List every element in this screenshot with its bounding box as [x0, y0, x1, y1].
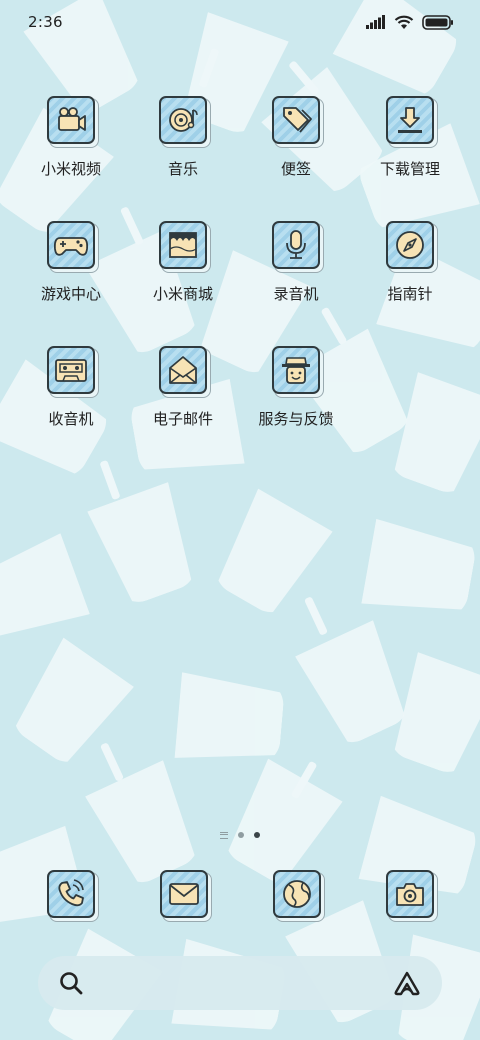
- app-label: 指南针: [387, 285, 433, 303]
- compass-icon[interactable]: [386, 221, 434, 269]
- app-notes[interactable]: 便签: [241, 96, 351, 206]
- phone-icon: [58, 879, 84, 907]
- app-mi-store[interactable]: 小米商城: [128, 221, 238, 331]
- service-person-icon[interactable]: [272, 346, 320, 394]
- app-game-center[interactable]: 游戏中心: [16, 221, 126, 331]
- page-indicator-menu-icon: [220, 831, 228, 839]
- globe-icon: [283, 880, 311, 908]
- app-label: 小米商城: [152, 285, 213, 303]
- radio-cassette-icon[interactable]: [47, 346, 95, 394]
- camera-icon: [396, 883, 424, 906]
- page-indicator[interactable]: [0, 828, 480, 842]
- envelope-open-icon[interactable]: [159, 346, 207, 394]
- app-label: 录音机: [273, 285, 319, 303]
- app-recorder[interactable]: 录音机: [241, 221, 351, 331]
- message-envelope-icon: [169, 883, 199, 905]
- app-label: 电子邮件: [152, 410, 213, 428]
- video-camera-icon[interactable]: [47, 96, 95, 144]
- status-time: 2:36: [28, 13, 63, 31]
- search-icon[interactable]: [58, 970, 84, 996]
- tag-note-icon[interactable]: [272, 96, 320, 144]
- app-music[interactable]: 音乐: [128, 96, 238, 206]
- dock-phone[interactable]: [47, 870, 95, 918]
- download-icon[interactable]: [386, 96, 434, 144]
- app-label: 服务与反馈: [258, 410, 334, 428]
- dock-messages[interactable]: [160, 870, 208, 918]
- app-service-feedback[interactable]: 服务与反馈: [241, 346, 351, 456]
- app-mi-video[interactable]: 小米视频: [16, 96, 126, 206]
- store-icon[interactable]: [159, 221, 207, 269]
- app-label: 游戏中心: [40, 285, 101, 303]
- search-bar[interactable]: [38, 956, 442, 1010]
- app-label: 音乐: [167, 160, 198, 178]
- assistant-icon[interactable]: [392, 970, 422, 996]
- app-label: 收音机: [48, 410, 94, 428]
- status-bar: 2:36: [0, 0, 480, 44]
- page-dot[interactable]: [238, 832, 244, 838]
- page-dot-active[interactable]: [254, 832, 260, 838]
- app-label: 下载管理: [379, 160, 440, 178]
- app-label: 便签: [280, 160, 311, 178]
- signal-icon: [366, 15, 385, 29]
- status-icons: [366, 14, 454, 30]
- music-disc-icon[interactable]: [159, 96, 207, 144]
- gamepad-icon[interactable]: [47, 221, 95, 269]
- dock-camera[interactable]: [386, 870, 434, 918]
- microphone-icon[interactable]: [272, 221, 320, 269]
- dock-browser[interactable]: [273, 870, 321, 918]
- app-label: 小米视频: [40, 160, 101, 178]
- app-email[interactable]: 电子邮件: [128, 346, 238, 456]
- app-radio[interactable]: 收音机: [16, 346, 126, 456]
- battery-icon: [422, 14, 453, 30]
- app-compass[interactable]: 指南针: [355, 221, 465, 331]
- wifi-icon: [394, 15, 414, 29]
- app-downloads[interactable]: 下载管理: [355, 96, 465, 206]
